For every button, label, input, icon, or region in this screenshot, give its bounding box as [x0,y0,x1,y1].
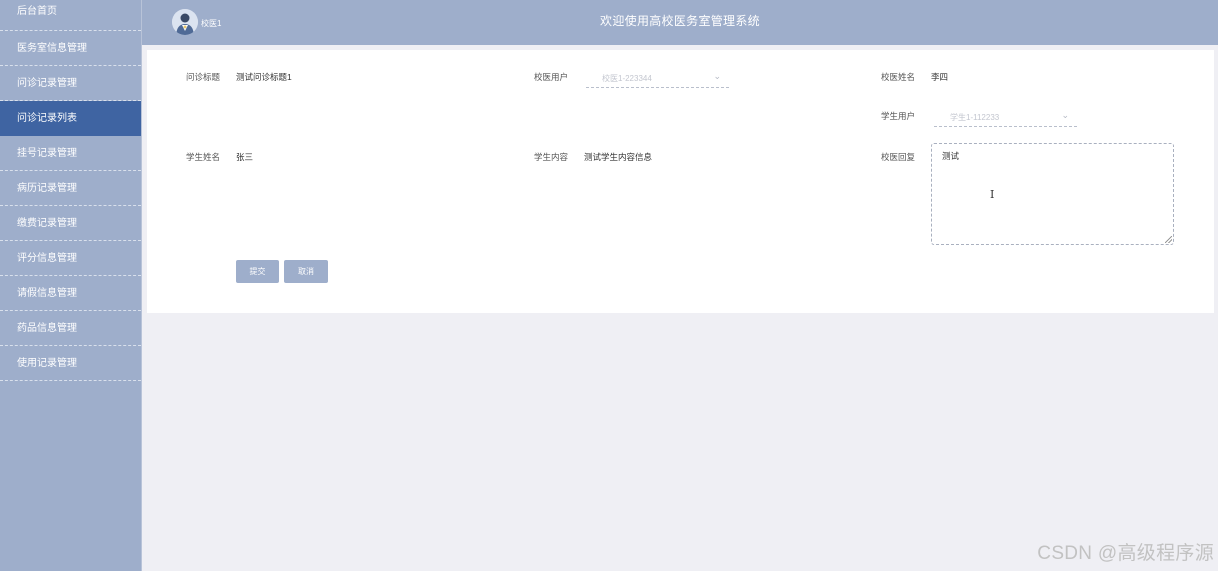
student-content-label: 学生内容 [534,152,569,162]
sidebar-item-registration[interactable]: 挂号记录管理 [0,136,141,171]
doctor-reply-label: 校医回复 [881,152,916,162]
sidebar-item-payment[interactable]: 缴费记录管理 [0,206,141,241]
resize-handle-icon[interactable] [1165,236,1172,243]
student-name-label: 学生姓名 [186,152,221,162]
chevron-down-icon: ⌄ [713,71,721,81]
watermark: CSDN @高级程序源 [1037,543,1214,564]
consult-form-card: 问诊标题 测试问诊标题1 校医用户 校医1-223344 ⌄ 校医姓名 李四 学… [147,50,1214,313]
student-name-value: 张三 [236,152,254,162]
sidebar-item-label: 后台首页 [17,6,57,17]
sidebar-item-medicine[interactable]: 药品信息管理 [0,311,141,346]
sidebar-item-label: 病历记录管理 [17,183,77,194]
top-header: 校医1 欢迎使用高校医务室管理系统 [142,0,1218,45]
sidebar-item-home[interactable]: 后台首页 [0,0,141,31]
student-user-placeholder: 学生1-112233 [950,113,1000,122]
student-user-select[interactable]: 学生1-112233 ⌄ [934,109,1077,127]
sidebar: 后台首页 医务室信息管理 问诊记录管理 问诊记录列表 挂号记录管理 病历记录管理… [0,0,142,571]
cancel-button[interactable]: 取消 [284,260,328,283]
sidebar-item-label: 缴费记录管理 [17,218,77,229]
sidebar-item-label: 药品信息管理 [17,323,77,334]
sidebar-item-label: 使用记录管理 [17,358,77,369]
doctor-reply-textarea[interactable]: 测试 I [931,143,1174,245]
sidebar-item-usage[interactable]: 使用记录管理 [0,346,141,381]
submit-button[interactable]: 提交 [236,260,279,283]
page-title: 欢迎使用高校医务室管理系统 [600,14,760,28]
sidebar-item-consult-manage[interactable]: 问诊记录管理 [0,66,141,101]
chevron-down-icon: ⌄ [1061,110,1069,120]
student-user-label: 学生用户 [881,111,916,121]
sidebar-item-label: 问诊记录列表 [17,113,77,124]
doctor-name-value: 李四 [931,72,949,82]
consult-title-label: 问诊标题 [186,72,221,82]
sidebar-item-label: 挂号记录管理 [17,148,77,159]
sidebar-item-medical-record[interactable]: 病历记录管理 [0,171,141,206]
sidebar-item-label: 问诊记录管理 [17,78,77,89]
consult-title-value: 测试问诊标题1 [236,72,292,82]
doctor-user-placeholder: 校医1-223344 [602,74,652,83]
sidebar-item-leave[interactable]: 请假信息管理 [0,276,141,311]
doctor-reply-text: 测试 [942,151,960,161]
doctor-user-select[interactable]: 校医1-223344 ⌄ [586,70,729,88]
sidebar-item-label: 评分信息管理 [17,253,77,264]
sidebar-item-label: 医务室信息管理 [17,43,87,54]
sidebar-item-label: 请假信息管理 [17,288,77,299]
sidebar-item-consult-list[interactable]: 问诊记录列表 [0,101,141,136]
doctor-user-label: 校医用户 [534,72,569,82]
doctor-name-label: 校医姓名 [881,72,916,82]
sidebar-item-clinic-info[interactable]: 医务室信息管理 [0,31,141,66]
text-cursor-icon: I [990,188,995,201]
sidebar-item-rating[interactable]: 评分信息管理 [0,241,141,276]
student-content-value: 测试学生内容信息 [584,152,653,162]
